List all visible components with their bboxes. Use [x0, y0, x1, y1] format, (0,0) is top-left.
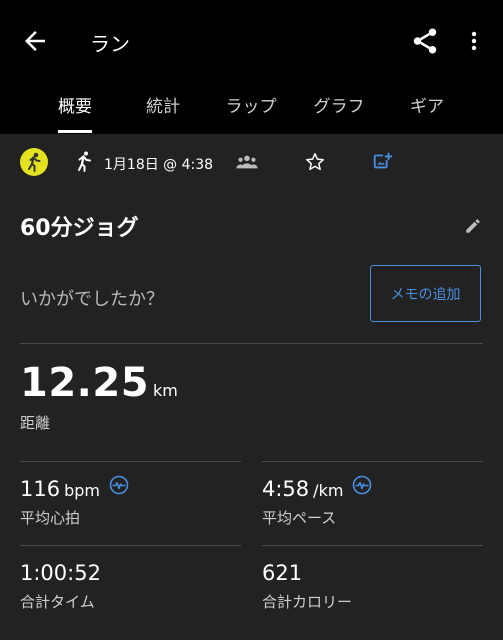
tab-bar: 概要 統計 ラップ グラフ ギア [0, 80, 503, 134]
total-time-stat: 1:00:52 [20, 561, 101, 585]
calories-value: 621 [262, 561, 303, 585]
page-title: ラン [90, 32, 130, 56]
avg-hr-stat: 116 bpm [20, 477, 100, 501]
activity-name: 60分ジョグ [20, 216, 139, 241]
distance-unit: km [153, 381, 178, 400]
avg-hr-unit: bpm [64, 481, 100, 500]
avg-hr-label: 平均心拍 [20, 509, 81, 527]
divider [20, 461, 241, 462]
activity-info-row: 1月18日 @ 4:38 [0, 134, 503, 192]
avg-pace-value: 4:58 [262, 477, 310, 501]
distance-value: 12.25 [20, 360, 150, 406]
divider [20, 343, 483, 344]
feeling-prompt: いかがでしたか？ [20, 289, 164, 310]
divider [262, 461, 483, 462]
tab-stats[interactable]: 統計 [146, 92, 180, 117]
activity-date: 1月18日 @ 4:38 [104, 157, 214, 173]
divider [262, 545, 483, 546]
calories-stat: 621 [262, 561, 302, 585]
runner-icon [78, 151, 91, 172]
top-bar: ラン 概要 統計 ラップ グラフ ギア [0, 0, 503, 134]
distance-stat: 12.25 km [20, 360, 178, 406]
app-bar: ラン [0, 0, 503, 80]
avg-pace-label: 平均ペース [262, 509, 337, 527]
pace-chart-icon[interactable] [352, 475, 372, 495]
calories-label: 合計カロリー [262, 593, 353, 611]
tab-gear[interactable]: ギア [410, 92, 444, 117]
more-vert-icon[interactable] [462, 26, 486, 56]
tab-laps[interactable]: ラップ [226, 92, 277, 117]
avg-pace-stat: 4:58/km [262, 477, 343, 501]
tab-graphs[interactable]: グラフ [314, 92, 365, 117]
heart-rate-icon[interactable] [109, 475, 129, 495]
add-memo-button[interactable]: メモの追加 [370, 265, 481, 322]
share-icon[interactable] [410, 26, 440, 56]
activity-type-icon [20, 148, 48, 176]
total-time-label: 合計タイム [20, 593, 95, 611]
avg-pace-unit: /km [313, 481, 344, 500]
people-icon[interactable] [236, 153, 258, 171]
distance-label: 距離 [20, 414, 51, 432]
total-time-value: 1:00:52 [20, 561, 101, 585]
tab-overview[interactable]: 概要 [58, 92, 92, 117]
active-tab-indicator [58, 130, 92, 133]
avg-hr-value: 116 [20, 477, 61, 501]
divider [20, 545, 241, 546]
arrow-left-icon[interactable] [20, 26, 50, 56]
pencil-icon[interactable] [464, 217, 482, 235]
star-icon[interactable] [304, 151, 326, 173]
add-photo-icon[interactable] [372, 150, 394, 172]
